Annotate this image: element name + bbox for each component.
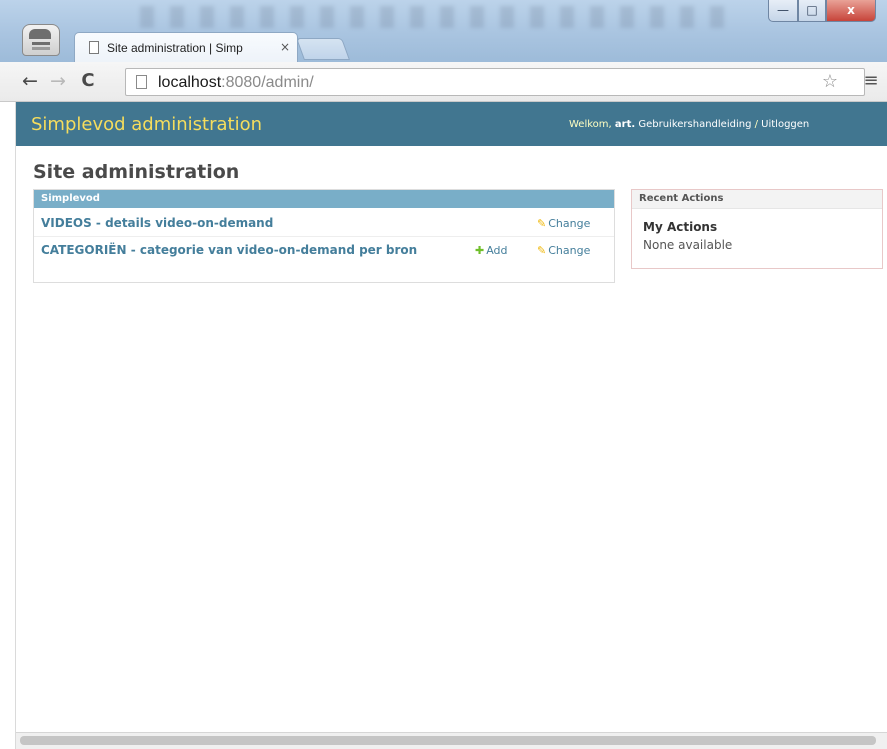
user-tools: Welkom, art. Gebruikershandleiding / Uit… (569, 118, 809, 132)
url-text[interactable]: localhost:8080/admin/ (158, 73, 314, 93)
model-link-categorien[interactable]: CATEGORIËN - categorie van video-on-dema… (41, 243, 451, 258)
change-link[interactable]: ✎ Change (537, 217, 590, 231)
forward-arrow-icon[interactable]: → (46, 69, 70, 93)
hamburger-menu-icon[interactable]: ≡ (861, 69, 881, 93)
pencil-icon: ✎ (537, 244, 547, 257)
url-path: :8080/admin/ (221, 74, 314, 91)
model-row: CATEGORIËN - categorie van video-on-dema… (34, 237, 614, 282)
minimize-button[interactable]: — (768, 0, 798, 22)
star-icon[interactable]: ☆ (820, 72, 840, 92)
url-host: localhost (158, 74, 222, 91)
back-arrow-icon[interactable]: ← (18, 69, 42, 93)
window-left-edge (0, 102, 16, 749)
browser-profile-icon[interactable] (22, 24, 60, 56)
browser-tab-active[interactable]: Site administration | Simp × (74, 32, 298, 62)
username: art. (614, 119, 636, 130)
horizontal-scrollbar[interactable] (16, 732, 887, 749)
model-row: VIDEOS - details video-on-demand ✎ Change (34, 209, 614, 237)
maximize-button[interactable]: □ (798, 0, 826, 22)
site-branding[interactable]: Simplevod administration (31, 113, 262, 137)
page-icon (89, 41, 99, 54)
link-separator: / (751, 119, 762, 130)
close-window-button[interactable]: x (826, 0, 876, 22)
browser-toolbar: ← → C localhost:8080/admin/ ☆ (0, 62, 887, 102)
logout-link[interactable]: Uitloggen (761, 119, 809, 130)
page-viewport: Simplevod administration Welkom, art. Ge… (16, 102, 887, 732)
docs-link[interactable]: Gebruikershandleiding (638, 119, 751, 130)
window-controls: — □ x (768, 0, 880, 24)
add-link[interactable]: ✚ Add (475, 244, 508, 258)
welcome-text: Welkom, (569, 119, 612, 130)
app-caption-link[interactable]: Simplevod (34, 190, 614, 208)
change-label: Change (548, 217, 591, 230)
admin-header: Simplevod administration Welkom, art. Ge… (16, 102, 887, 146)
page-title: Site administration (33, 161, 240, 183)
new-tab-button[interactable] (295, 38, 351, 60)
tab-close-icon[interactable]: × (278, 39, 292, 55)
add-label: Add (486, 244, 508, 257)
my-actions-heading: My Actions (643, 220, 718, 234)
plus-icon: ✚ (475, 244, 485, 257)
recent-actions-module: Recent Actions My Actions None available (631, 189, 883, 269)
model-link-videos[interactable]: VIDEOS - details video-on-demand (41, 216, 501, 231)
change-link[interactable]: ✎ Change (537, 244, 590, 258)
scrollbar-thumb[interactable] (20, 736, 876, 745)
recent-actions-caption: Recent Actions (632, 190, 882, 209)
browser-titlebar: Site administration | Simp × — □ x (0, 0, 887, 62)
change-label: Change (548, 244, 591, 257)
page-icon (136, 75, 147, 89)
reload-icon[interactable]: C (76, 69, 100, 93)
address-bar[interactable]: localhost:8080/admin/ ☆ (125, 68, 865, 96)
titlebar-background (140, 6, 740, 28)
pencil-icon: ✎ (537, 217, 547, 230)
app-module: Simplevod VIDEOS - details video-on-dema… (33, 189, 615, 283)
empty-actions-text: None available (643, 238, 733, 252)
tab-title: Site administration | Simp (107, 41, 243, 55)
